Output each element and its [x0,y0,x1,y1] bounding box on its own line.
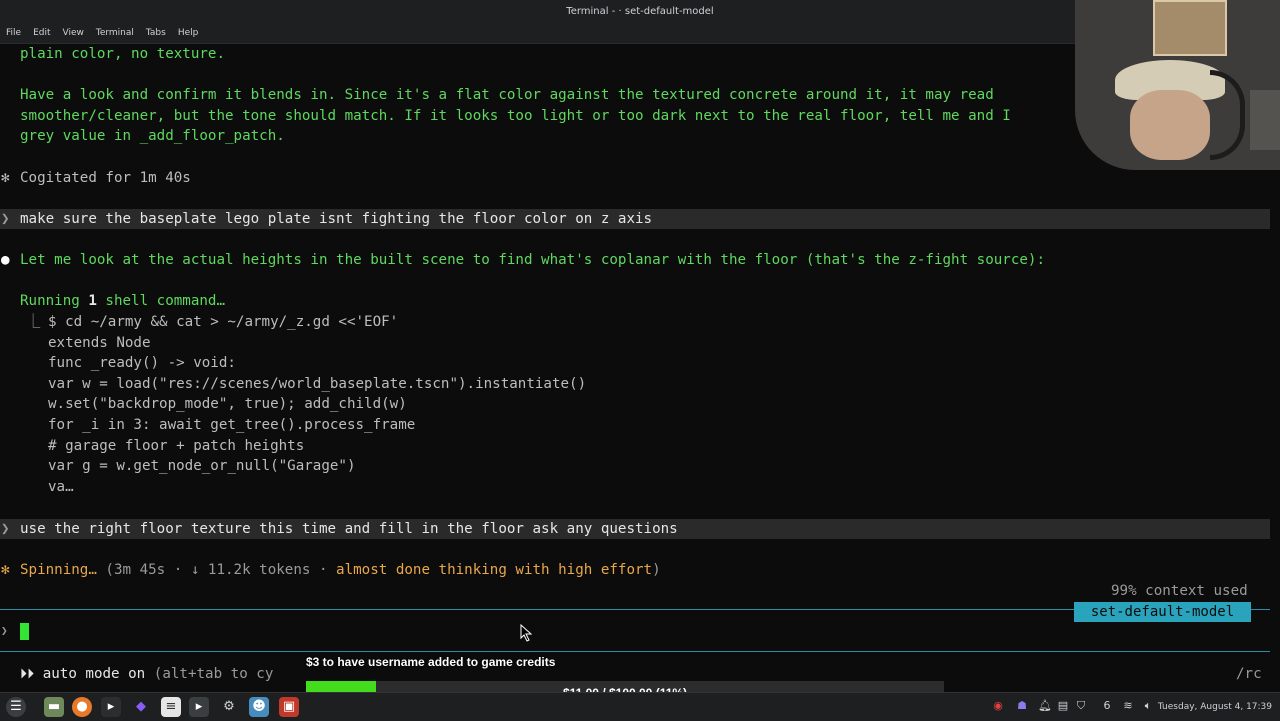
wall-picture [1153,0,1227,56]
output-line: smoother/cleaner, but the tone should ma… [20,108,1011,124]
files-icon[interactable]: ▬ [44,697,64,717]
shield-icon[interactable]: ⛉ [1074,699,1088,713]
cogitated-status: Cogitated for 1m 40s [20,170,191,186]
star-icon: ✻ [1,170,10,186]
menu-icon[interactable]: ☰ [6,697,26,717]
input-prompt-icon: ❯ [1,624,8,637]
workspace-indicator[interactable]: 6 [1095,699,1119,713]
running-count: 1 [88,293,97,309]
code-line: w.set("backdrop_mode", true); add_child(… [48,396,407,412]
prompt-chevron-icon: ❯ [1,211,10,227]
code-line: func _ready() -> void: [48,355,236,371]
app-red-icon[interactable]: ▣ [279,697,299,717]
webcam-overlay [1075,0,1280,170]
code-line: var w = load("res://scenes/world_basepla… [48,376,587,392]
context-usage: 99% context used [1111,583,1248,599]
menu-file[interactable]: File [0,24,27,43]
input-bottom-rule [0,651,1270,652]
spinner-star-icon: ✻ [1,562,10,578]
output-line: plain color, no texture. [20,46,225,62]
output-line: Have a look and confirm it blends in. Si… [20,87,994,103]
assistant-message: Let me look at the actual heights in the… [20,252,1045,268]
firefox-icon[interactable]: ● [72,697,92,717]
wifi-icon[interactable]: ≋ [1121,699,1135,713]
spinning-thinking: almost done thinking with high effort [336,562,653,578]
settings-icon[interactable]: ⚙ [219,697,239,717]
window-title: Terminal - · set-default-model [566,6,714,17]
auto-mode-label: ⏵⏵ auto mode on [20,666,146,682]
terminal-active-icon[interactable]: ▸ [189,697,209,717]
menu-tabs[interactable]: Tabs [140,24,172,43]
room-door [1250,90,1280,150]
spinning-close: ) [652,562,661,578]
discord-icon[interactable]: ☗ [1015,699,1029,713]
bell-icon[interactable]: 🔔︎ [1038,699,1052,713]
menu-help[interactable]: Help [172,24,205,43]
text-editor-icon[interactable]: ≡ [161,697,181,717]
menu-edit[interactable]: Edit [27,24,56,43]
shell-command: $ cd ~/army && cat > ~/army/_z.gd <<'EOF… [48,314,399,330]
spinning-status: Spinning… (3m 45s · ↓ 11.2k tokens · alm… [20,560,661,580]
user-message: use the right floor texture this time an… [20,521,678,537]
spinning-stats: (3m 45s · ↓ 11.2k tokens · [105,562,337,578]
menu-view[interactable]: View [57,24,90,43]
output-line: grey value in _add_floor_patch. [20,128,285,144]
code-line: for _i in 3: await get_tree().process_fr… [48,417,416,433]
running-status: Running 1 shell command… [20,291,225,311]
godot-icon[interactable]: ☻ [249,697,269,717]
obsidian-icon[interactable]: ◆ [131,697,151,717]
tree-branch-icon: ⎿ [26,314,41,330]
person-face [1130,90,1210,160]
code-line: va… [48,479,74,495]
terminal-icon[interactable]: ▸ [101,697,121,717]
running-prefix: Running [20,293,89,309]
running-suffix: shell command… [96,293,226,309]
donation-goal-label: $3 to have username added to game credit… [306,655,556,669]
taskbar: ☰ ▬ ● ▸ ◆ ≡ ▸ ⚙ ☻ ▣ ◉ ☗ 🔔︎ ▤ ⛉ 6 ≋ 🔈︎ Tu… [0,692,1280,721]
prompt-chevron-icon: ❯ [1,521,10,537]
menu-terminal[interactable]: Terminal [90,24,140,43]
volume-icon[interactable]: 🔈︎ [1141,699,1155,713]
record-icon[interactable]: ◉ [991,699,1005,713]
text-cursor[interactable] [20,623,29,640]
rc-indicator: /rc [1236,666,1262,682]
bullet-dot-icon: ● [1,252,10,268]
workspace-count: 6 [1103,699,1111,712]
session-name-badge: set-default-model [1074,602,1251,622]
auto-mode-status[interactable]: ⏵⏵ auto mode on (alt+tab to cy [20,664,273,684]
spinning-label: Spinning… [20,562,97,578]
headphones [1210,70,1245,160]
user-message: make sure the baseplate lego plate isnt … [20,211,653,227]
auto-mode-hint: (alt+tab to cy [145,666,274,682]
system-clock[interactable]: Tuesday, August 4, 17:39 [1158,693,1272,721]
code-line: var g = w.get_node_or_null("Garage") [48,458,356,474]
clipboard-icon[interactable]: ▤ [1056,699,1070,713]
code-line: extends Node [48,335,151,351]
code-line: # garage floor + patch heights [48,438,305,454]
